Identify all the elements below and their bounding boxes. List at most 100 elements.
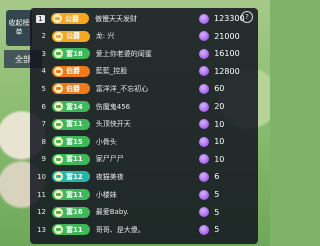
- user-name: 伤魔鬼456: [95, 102, 131, 111]
- user-name: 小骨头: [95, 137, 117, 146]
- badge-label: 富11: [65, 225, 83, 234]
- contribution-score: 10: [214, 119, 225, 129]
- lightning-coin-icon: [199, 83, 210, 94]
- badge-crown-icon: [53, 225, 63, 235]
- collapse-leaderboard-label: 收起榜单: [8, 19, 30, 36]
- contribution-score: 123300: [214, 14, 245, 23]
- lightning-coin-icon: [199, 224, 210, 235]
- badge-label: 公爵: [65, 14, 79, 23]
- leaderboard-row[interactable]: 6 富14 伤魔鬼456 20: [30, 99, 258, 114]
- rank-number: 7: [41, 120, 46, 129]
- rank-badge: 富12: [51, 171, 90, 183]
- badge-crown-icon: [53, 102, 63, 111]
- badge-crown-icon: [53, 66, 63, 76]
- badge-label: 富16: [65, 208, 83, 217]
- rank-badge: 伯爵: [51, 83, 90, 95]
- rank-badge: 富11: [51, 118, 90, 130]
- rank-badge: 富11: [51, 224, 90, 236]
- rank-badge: 伯爵: [51, 65, 90, 77]
- lightning-coin-icon: [199, 119, 210, 130]
- user-name: 哥哥、是大傻。: [95, 225, 145, 234]
- rank-badge: 富16: [51, 206, 90, 218]
- lightning-coin-icon: [199, 31, 210, 42]
- badge-label: 伯爵: [65, 67, 80, 76]
- contribution-score: 6: [214, 172, 220, 182]
- user-name: 藍藍_控股: [95, 67, 128, 76]
- rank-number: 12: [37, 208, 46, 217]
- contribution-score: 5: [214, 190, 220, 199]
- lightning-coin-icon: [199, 136, 210, 147]
- rank-number: 4: [41, 67, 46, 76]
- lightning-coin-icon: [199, 207, 210, 218]
- leaderboard-row[interactable]: 10 富12 夜猫美夜 6: [30, 169, 258, 184]
- lightning-coin-icon: [199, 154, 210, 165]
- badge-crown-icon: [53, 49, 63, 59]
- badge-label: 富15: [65, 137, 83, 146]
- badge-label: 富11: [65, 120, 83, 129]
- lightning-coin-icon: [199, 189, 210, 200]
- leaderboard-row[interactable]: 4 伯爵 藍藍_控股 12800: [30, 64, 258, 79]
- rank-badge: 富15: [51, 136, 90, 148]
- leaderboard-row[interactable]: 13 富11 哥哥、是大傻。 5: [30, 222, 258, 237]
- user-name: 小楼妹: [95, 190, 117, 199]
- leaderboard-row[interactable]: 1 公爵 傲慢天天发财 123300: [30, 11, 258, 26]
- contribution-score: 5: [214, 225, 220, 235]
- badge-label: 伯爵: [65, 84, 80, 93]
- user-name: 夜猫美夜: [95, 172, 124, 181]
- user-name: 最爱Baby.: [95, 208, 129, 217]
- lightning-coin-icon: [199, 13, 209, 24]
- user-name: 头顶快开天: [95, 120, 131, 129]
- leaderboard-row[interactable]: 12 富16 最爱Baby. 5: [30, 205, 258, 220]
- rank-badge: 公爵: [51, 13, 89, 24]
- contribution-score: 12800: [214, 66, 240, 76]
- rank-number: 8: [41, 137, 46, 146]
- contribution-score: 10: [214, 137, 225, 147]
- contribution-score: 5: [214, 207, 220, 217]
- contribution-score: 10: [214, 154, 225, 164]
- badge-label: 富18: [65, 49, 83, 58]
- leaderboard-panel: ? 1 公爵 傲慢天天发财 123300 2 公爵 龙: 兴 21000 3 富18 爱上你老婆的闺…: [30, 8, 258, 244]
- rank-number: 10: [37, 172, 46, 181]
- badge-label: 富12: [65, 172, 83, 181]
- rank-number: 5: [41, 84, 46, 93]
- rank-number: 11: [37, 190, 46, 199]
- badge-crown-icon: [53, 172, 63, 182]
- badge-label: 公爵: [65, 32, 80, 41]
- rank-number: 3: [41, 49, 46, 58]
- badge-label: 富11: [65, 155, 83, 164]
- lightning-coin-icon: [199, 101, 210, 112]
- rank-number: 1: [36, 14, 45, 23]
- leaderboard-row[interactable]: 7 富11 头顶快开天 10: [30, 117, 258, 132]
- rank-number: 13: [37, 225, 46, 234]
- badge-label: 富14: [65, 102, 83, 111]
- leaderboard-row[interactable]: 9 富11 家尸尸尸 10: [30, 152, 258, 167]
- rank-badge: 富11: [51, 153, 90, 165]
- lightning-coin-icon: [199, 48, 210, 59]
- contribution-score: 21000: [214, 31, 240, 41]
- contribution-score: 20: [214, 102, 225, 111]
- leaderboard-row[interactable]: 3 富18 爱上你老婆的闺蜜 16100: [30, 46, 258, 61]
- badge-crown-icon: [53, 14, 62, 23]
- rank-badge: 公爵: [51, 30, 90, 42]
- leaderboard-row[interactable]: 5 伯爵 富洋洋_不忘初心 60: [30, 81, 258, 96]
- collapse-leaderboard-tab[interactable]: 收起榜单: [6, 10, 32, 46]
- badge-crown-icon: [53, 119, 63, 129]
- user-name: 家尸尸尸: [95, 155, 124, 164]
- badge-crown-icon: [53, 207, 63, 217]
- filter-all-label: 全部: [15, 54, 31, 64]
- rank-badge: 富18: [51, 48, 90, 60]
- leaderboard-row[interactable]: 2 公爵 龙: 兴 21000: [30, 29, 258, 44]
- user-name: 爱上你老婆的闺蜜: [95, 49, 152, 58]
- rank-number: 6: [41, 102, 46, 111]
- badge-crown-icon: [53, 154, 63, 164]
- badge-crown-icon: [53, 84, 63, 94]
- leaderboard-row[interactable]: 8 富15 小骨头 10: [30, 134, 258, 149]
- rank-badge: 富11: [51, 189, 90, 200]
- badge-crown-icon: [53, 190, 63, 199]
- badge-crown-icon: [53, 137, 63, 147]
- rank-number: 2: [41, 32, 46, 41]
- leaderboard-row[interactable]: 11 富11 小楼妹 5: [30, 187, 258, 202]
- contribution-score: 60: [214, 84, 225, 94]
- lightning-coin-icon: [199, 66, 210, 77]
- rank-number: 9: [41, 155, 46, 164]
